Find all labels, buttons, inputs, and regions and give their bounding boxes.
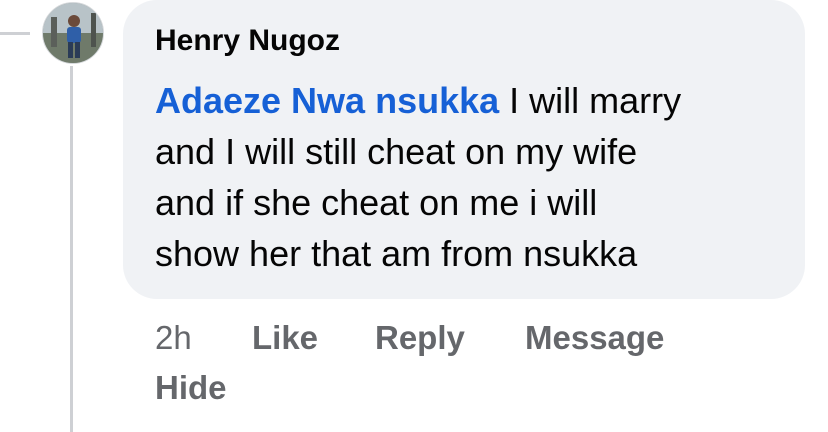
avatar-photo-icon: [43, 3, 103, 63]
comment-text: Adaeze Nwa nsukka I will marry and I wil…: [155, 75, 795, 279]
comment-line: I will marry: [499, 80, 682, 121]
thread-vertical-line: [70, 66, 73, 432]
comment-line: show her that am from nsukka: [155, 233, 638, 274]
comment-timestamp[interactable]: 2h: [155, 316, 192, 360]
reply-button[interactable]: Reply: [375, 316, 465, 360]
comment-author[interactable]: Henry Nugoz: [155, 24, 340, 58]
comment-line: and I will still cheat on my wife: [155, 131, 638, 172]
like-button[interactable]: Like: [252, 316, 318, 360]
comment-line: and if she cheat on me i will: [155, 182, 598, 223]
avatar[interactable]: [42, 2, 104, 64]
thread-connector-line: [0, 32, 30, 35]
message-button[interactable]: Message: [525, 316, 664, 360]
mention-link[interactable]: Adaeze Nwa nsukka: [155, 80, 499, 121]
hide-button[interactable]: Hide: [155, 366, 227, 410]
